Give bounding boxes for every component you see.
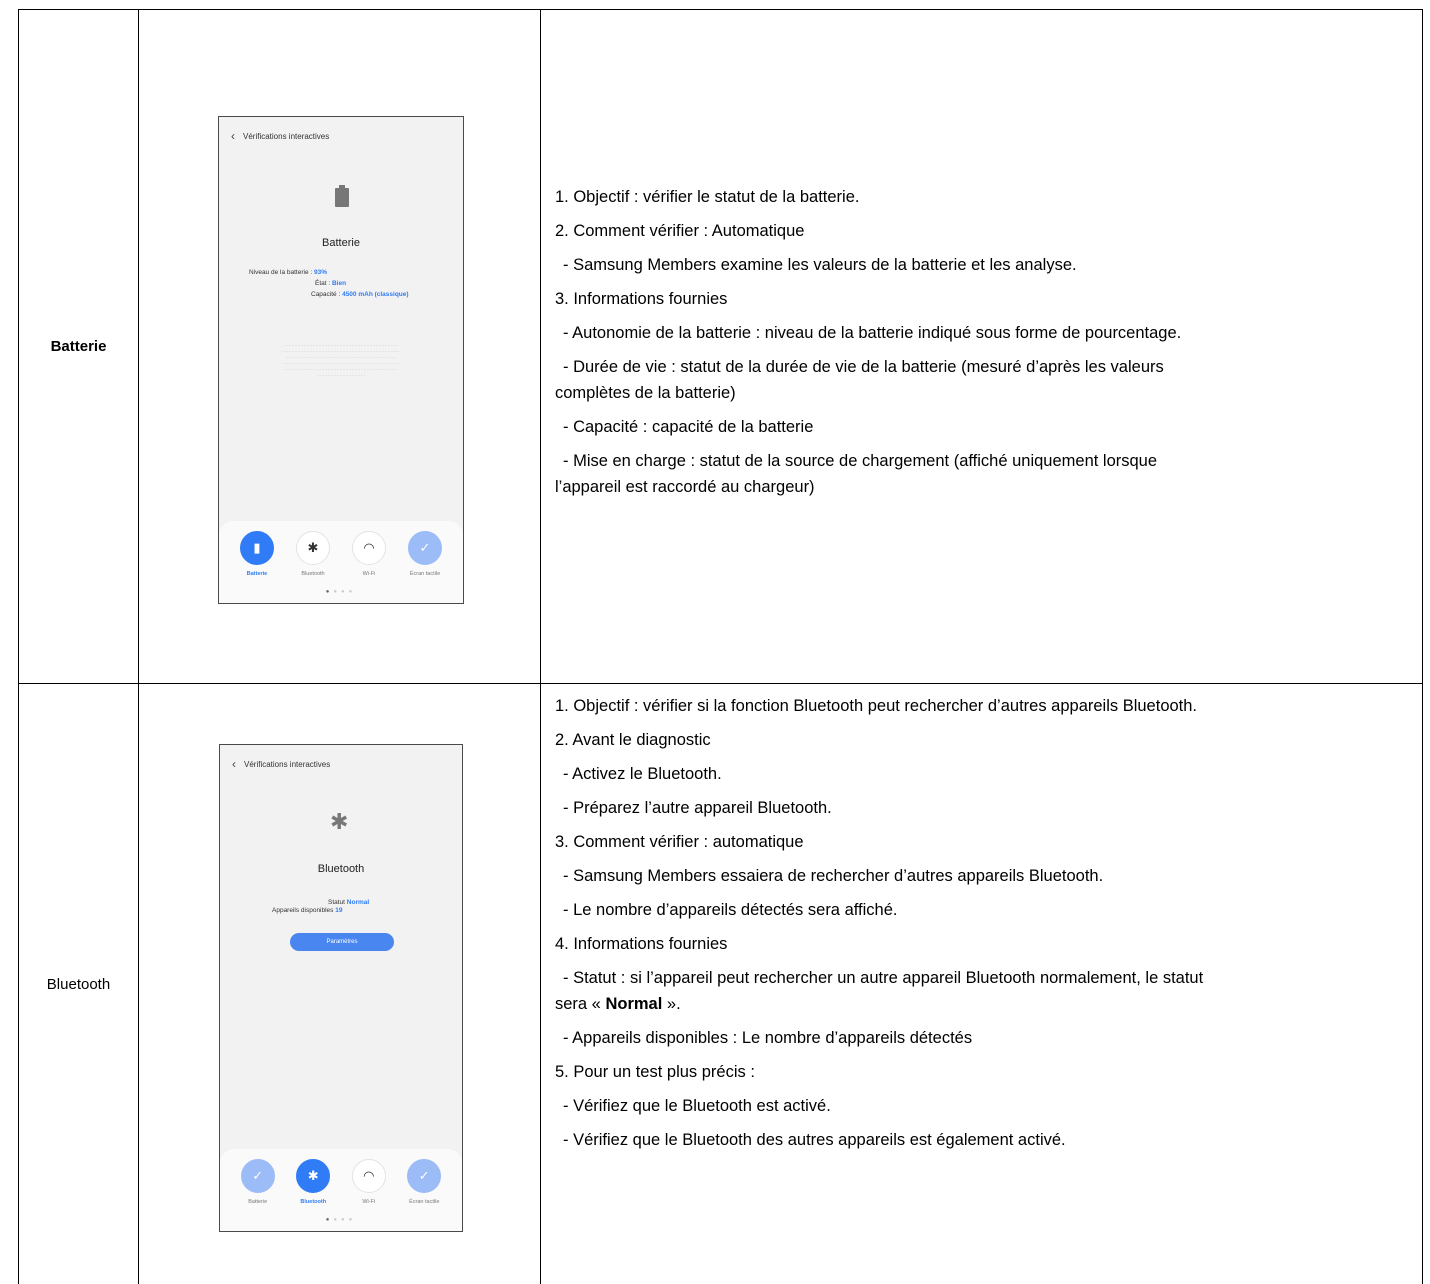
- description-cell-batterie: 1. Objectif : vérifier le statut de la b…: [540, 8, 1423, 685]
- description-line: - Autonomie de la batterie : niveau de l…: [563, 323, 1182, 342]
- stat-value: 93%: [313, 269, 327, 276]
- tab-label: Batterie: [248, 1199, 268, 1206]
- description-line: - Activez le Bluetooth.: [563, 765, 722, 784]
- stat-value: 19: [335, 907, 343, 915]
- bluetooth-icon: ✱: [296, 531, 330, 565]
- phone-tab-bluetooth[interactable]: ✱ Bluetooth: [285, 531, 341, 577]
- stat-value: Normal: [346, 899, 370, 907]
- description-line: 1. Objectif : vérifier le statut de la b…: [555, 187, 860, 206]
- phone-tab-ecran-tactile[interactable]: ✓ Écran tactile: [397, 531, 453, 577]
- row-name-batterie: Batterie: [50, 338, 107, 356]
- description-line: - Statut : si l’appareil peut rechercher…: [563, 969, 1204, 988]
- phone-tab-batterie[interactable]: ▮ Batterie: [229, 531, 285, 577]
- tab-label: Écran tactile: [409, 1199, 440, 1206]
- table-row-batterie: Batterie ‹ Vérifications interactives Ba…: [18, 8, 1423, 685]
- phone-stat: Niveau de la batterie : 93%: [249, 269, 327, 276]
- description-line: 2. Comment vérifier : Automatique: [555, 221, 805, 240]
- chevron-left-icon: ‹: [231, 129, 235, 143]
- phone-title: Bluetooth: [317, 863, 365, 876]
- description-line: 3. Comment vérifier : automatique: [555, 833, 804, 852]
- phone-tab-ecran-tactile[interactable]: ✓ Écran tactile: [397, 1159, 453, 1205]
- row-name-bluetooth: Bluetooth: [46, 975, 111, 993]
- description-line: - Le nombre d’appareils détectés sera af…: [563, 901, 898, 920]
- check-icon: ✓: [240, 1159, 275, 1194]
- table-row-bluetooth: Bluetooth ‹ Vérifications interactives ✱…: [18, 683, 1423, 1284]
- phone-header-title: Vérifications interactives: [244, 759, 331, 769]
- screenshot-cell: ‹ Vérifications interactives Batterie Ni…: [138, 8, 541, 685]
- description-line: sera « Normal ».: [555, 994, 1412, 1014]
- wifi-icon: ◠: [352, 531, 386, 565]
- phone-screenshot-bluetooth: ‹ Vérifications interactives ✱ Bluetooth…: [219, 744, 463, 1233]
- description-line: - Capacité : capacité de la batterie: [563, 417, 814, 436]
- description-line: 4. Informations fournies: [555, 935, 728, 954]
- phone-stat: État : Bien: [315, 280, 346, 287]
- phone-stat: Appareils disponibles 19: [272, 907, 342, 914]
- description-line: - Mise en charge : statut de la source d…: [563, 451, 1158, 470]
- tab-label: Écran tactile: [409, 571, 441, 577]
- tab-label: Bluetooth: [301, 571, 325, 577]
- battery-icon: [335, 185, 349, 207]
- phone-tab-wifi[interactable]: ◠ Wi-Fi: [341, 531, 397, 577]
- bluetooth-icon: ✱: [296, 1159, 331, 1194]
- phone-description-text: ········································…: [281, 343, 401, 378]
- text-span: sera «: [555, 995, 606, 1014]
- description-line: - Samsung Members essaiera de rechercher…: [563, 867, 1104, 886]
- phone-tabs: ✓ Batterie ✱ Bluetooth ◠ Wi-Fi ✓ Écran t…: [220, 1159, 462, 1205]
- description-line: 5. Pour un test plus précis :: [555, 1063, 755, 1082]
- description-line: - Vérifiez que le Bluetooth des autres a…: [563, 1131, 1066, 1150]
- check-icon: ✓: [408, 531, 442, 565]
- description-line: l’appareil est raccordé au chargeur): [555, 477, 815, 496]
- stat-value: 4500 mAh (classique): [342, 291, 409, 298]
- document-table: Batterie ‹ Vérifications interactives Ba…: [18, 8, 1423, 1284]
- text-span: ».: [662, 995, 681, 1014]
- description-line: - Appareils disponibles : Le nombre d’ap…: [563, 1029, 973, 1048]
- phone-stat: Capacité : 4500 mAh (classique): [311, 291, 409, 298]
- stat-label: Statut: [328, 899, 347, 907]
- page-indicator: ●●●●: [325, 1217, 357, 1224]
- description-line: 3. Informations fournies: [555, 289, 728, 308]
- row-name-cell: Bluetooth: [18, 683, 139, 1284]
- stat-label: Capacité :: [311, 291, 343, 298]
- screenshot-cell: ‹ Vérifications interactives ✱ Bluetooth…: [138, 683, 541, 1284]
- phone-title: Batterie: [322, 237, 360, 249]
- phone-tab-batterie[interactable]: ✓ Batterie: [230, 1159, 286, 1205]
- tab-label: Batterie: [246, 571, 268, 577]
- chevron-left-icon: ‹: [232, 757, 236, 772]
- description-cell-bluetooth: 1. Objectif : vérifier si la fonction Bl…: [540, 683, 1423, 1284]
- description-line: - Préparez l’autre appareil Bluetooth.: [563, 799, 832, 818]
- description-line: 1. Objectif : vérifier si la fonction Bl…: [555, 697, 1198, 716]
- stat-label: Niveau de la batterie :: [248, 269, 314, 276]
- phone-header-title: Vérifications interactives: [243, 131, 330, 141]
- description-line: - Samsung Members examine les valeurs de…: [563, 255, 1077, 274]
- description-line: 2. Avant le diagnostic: [555, 731, 711, 750]
- battery-icon: ▮: [240, 531, 274, 565]
- stat-label: État :: [315, 280, 332, 287]
- phone-tabs: ▮ Batterie ✱ Bluetooth ◠ Wi-Fi ✓ Écran t…: [219, 531, 463, 577]
- page-indicator: ●●●●: [325, 589, 357, 595]
- bold-status-normal: Normal: [605, 995, 663, 1014]
- tab-label: Wi-Fi: [362, 1199, 376, 1206]
- phone-tab-bluetooth[interactable]: ✱ Bluetooth: [286, 1159, 342, 1205]
- phone-header: ‹ Vérifications interactives: [231, 129, 329, 143]
- phone-stat: Statut Normal: [328, 899, 369, 906]
- description-line: - Durée de vie : statut de la durée de v…: [563, 357, 1164, 376]
- phone-header: ‹ Vérifications interactives: [232, 757, 330, 771]
- check-icon: ✓: [407, 1159, 442, 1194]
- description-line: complètes de la batterie): [555, 383, 736, 402]
- stat-label: Appareils disponibles: [272, 907, 336, 915]
- description-line: - Vérifiez que le Bluetooth est activé.: [563, 1097, 831, 1116]
- stat-value: Bien: [331, 280, 347, 287]
- row-name-cell: Batterie: [18, 8, 139, 685]
- bluetooth-icon: ✱: [330, 809, 349, 835]
- wifi-icon: ◠: [351, 1159, 386, 1194]
- tab-label: Bluetooth: [300, 1199, 327, 1206]
- settings-button[interactable]: Paramètres: [290, 933, 394, 952]
- tab-label: Wi-Fi: [362, 571, 376, 577]
- phone-tab-wifi[interactable]: ◠ Wi-Fi: [341, 1159, 397, 1205]
- phone-screenshot-batterie: ‹ Vérifications interactives Batterie Ni…: [218, 116, 464, 604]
